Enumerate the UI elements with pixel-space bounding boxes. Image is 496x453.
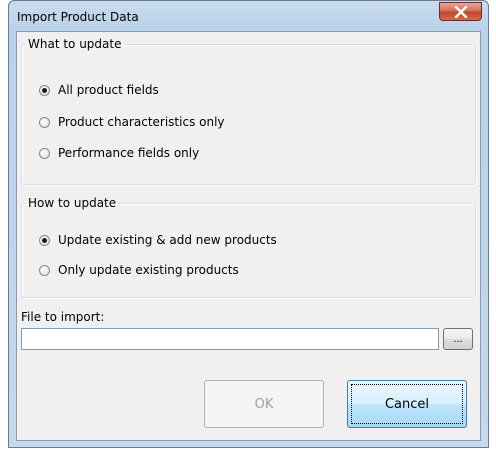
file-to-import-label: File to import: xyxy=(21,310,105,324)
cancel-button-label: Cancel xyxy=(384,396,430,412)
radio-label: Only update existing products xyxy=(58,263,239,277)
how-to-update-group: How to update xyxy=(21,196,476,298)
cancel-button[interactable]: Cancel xyxy=(347,380,467,428)
radio-only-update-existing[interactable]: Only update existing products xyxy=(39,263,239,277)
browse-button[interactable]: ... xyxy=(443,328,473,350)
how-to-update-legend: How to update xyxy=(28,196,117,210)
radio-label: Performance fields only xyxy=(58,146,200,160)
radio-update-existing-add-new[interactable]: Update existing & add new products xyxy=(39,233,277,247)
close-icon xyxy=(454,5,467,18)
close-button[interactable] xyxy=(439,2,482,21)
radio-all-product-fields[interactable]: All product fields xyxy=(39,83,159,97)
what-to-update-legend: What to update xyxy=(28,37,122,51)
dialog-window: Import Product Data What to update All p… xyxy=(8,0,489,448)
radio-button-icon[interactable] xyxy=(39,147,50,159)
radio-performance-fields-only[interactable]: Performance fields only xyxy=(39,146,199,160)
radio-button-icon[interactable] xyxy=(39,264,50,276)
dialog-client-area: What to update All product fields Produc… xyxy=(16,31,481,441)
radio-label: Update existing & add new products xyxy=(58,233,277,247)
ok-button-label: OK xyxy=(254,396,274,412)
radio-button-icon[interactable] xyxy=(39,116,50,128)
title-bar[interactable]: Import Product Data xyxy=(9,1,488,31)
radio-label: Product characteristics only xyxy=(58,115,225,129)
what-to-update-group: What to update xyxy=(21,37,476,185)
radio-product-characteristics-only[interactable]: Product characteristics only xyxy=(39,115,225,129)
ok-button[interactable]: OK xyxy=(204,380,324,428)
radio-label: All product fields xyxy=(58,83,159,97)
radio-button-icon[interactable] xyxy=(39,234,50,246)
radio-button-icon[interactable] xyxy=(39,84,50,96)
dialog-title: Import Product Data xyxy=(17,10,139,24)
file-path-input[interactable] xyxy=(21,328,439,350)
